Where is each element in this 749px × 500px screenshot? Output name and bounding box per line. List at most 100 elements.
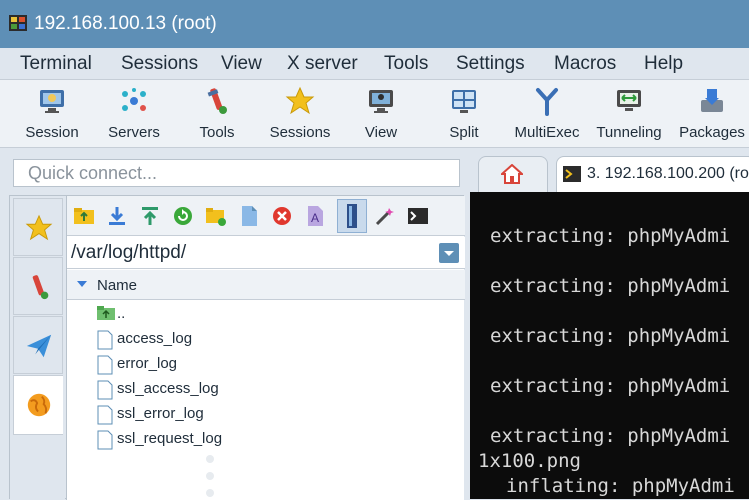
- menu-macros[interactable]: Macros: [554, 53, 616, 75]
- tools-icon: [32, 275, 49, 300]
- split-view-toggle[interactable]: [337, 199, 367, 233]
- servers-icon: [122, 88, 146, 111]
- sidebar-tab-macros[interactable]: [13, 316, 63, 374]
- upload-icon[interactable]: [139, 205, 161, 227]
- terminal-line: inflating: phpMyAdmi: [506, 475, 735, 497]
- sort-down-icon: [77, 281, 87, 287]
- download-icon[interactable]: [106, 205, 128, 227]
- file-name: ssl_access_log: [117, 380, 219, 397]
- multiexec-label: MultiExec: [514, 124, 580, 141]
- multiexec-icon: [536, 88, 558, 116]
- new-folder-icon[interactable]: [205, 205, 227, 227]
- sidebar-tabs: [10, 196, 65, 500]
- list-item[interactable]: error_log: [67, 352, 465, 377]
- file-icon: [97, 430, 113, 450]
- file-name: access_log: [117, 330, 193, 347]
- file-name: ssl_request_log: [117, 430, 223, 447]
- split-button[interactable]: Split: [434, 84, 494, 144]
- view-icon: [369, 90, 393, 113]
- star-icon: [25, 214, 53, 241]
- terminal-line: extracting: phpMyAdmi: [490, 275, 731, 297]
- file-name: ..: [117, 305, 126, 322]
- packages-button[interactable]: Packages: [679, 84, 745, 144]
- terminal-line: 1x100.png: [478, 450, 581, 472]
- column-name-label: Name: [97, 277, 138, 294]
- rename-icon[interactable]: A: [304, 205, 326, 227]
- menu-terminal[interactable]: Terminal: [20, 53, 92, 75]
- tab-session[interactable]: 3. 192.168.100.200 (root: [556, 156, 749, 192]
- view-button[interactable]: View: [351, 84, 411, 144]
- tunneling-icon: [617, 90, 641, 111]
- chevron-down-icon: [444, 251, 454, 256]
- menu-settings[interactable]: Settings: [456, 53, 525, 75]
- star-icon: [285, 86, 315, 115]
- list-item[interactable]: ssl_access_log: [67, 377, 465, 402]
- terminal-line: extracting: phpMyAdmi: [490, 425, 731, 447]
- window-title: 192.168.100.13 (root): [34, 13, 217, 34]
- title-bar: 192.168.100.13 (root): [0, 0, 749, 48]
- menu-view[interactable]: View: [221, 53, 262, 75]
- refresh-icon[interactable]: [172, 205, 194, 227]
- main-toolbar: Session Servers Tools Sessions View Spli…: [0, 80, 749, 148]
- terminal-session-icon: [563, 166, 581, 182]
- sidebar-tab-tools[interactable]: [13, 257, 63, 315]
- packages-label: Packages: [679, 124, 745, 141]
- mobaxterm-icon: [9, 15, 27, 31]
- servers-button[interactable]: Servers: [104, 84, 164, 144]
- menu-sessions[interactable]: Sessions: [121, 53, 198, 75]
- svg-text:A: A: [311, 211, 319, 225]
- file-icon: [97, 330, 113, 350]
- session-label: Session: [25, 124, 79, 141]
- column-header-name[interactable]: Name: [67, 270, 465, 300]
- file-browser-toolbar: A: [67, 196, 465, 236]
- terminal-line: extracting: phpMyAdmi: [490, 225, 731, 247]
- permissions-wand-icon[interactable]: [374, 205, 396, 227]
- menu-help[interactable]: Help: [644, 53, 683, 75]
- terminal-output[interactable]: extracting: phpMyAdmi extracting: phpMyA…: [470, 192, 749, 499]
- new-file-icon[interactable]: [238, 205, 260, 227]
- tools-icon: [207, 88, 227, 114]
- sessions-label: Sessions: [269, 124, 331, 141]
- quick-connect-placeholder: Quick connect...: [28, 163, 158, 183]
- decorative-dot: [206, 472, 214, 480]
- parent-folder-icon[interactable]: [73, 205, 95, 227]
- paper-plane-icon: [26, 334, 52, 358]
- file-browser: A /var/log/httpd/ Name .. access_log err…: [66, 196, 465, 500]
- session-button[interactable]: Session: [22, 84, 82, 144]
- home-icon: [501, 164, 523, 184]
- sidebar-panel: A /var/log/httpd/ Name .. access_log err…: [9, 195, 465, 500]
- tunneling-button[interactable]: Tunneling: [596, 84, 662, 144]
- list-item[interactable]: ssl_request_log: [67, 427, 465, 452]
- tools-button[interactable]: Tools: [187, 84, 247, 144]
- file-icon: [97, 355, 113, 375]
- parent-folder-icon: [97, 306, 115, 320]
- session-icon: [40, 90, 64, 113]
- list-item[interactable]: ..: [67, 302, 465, 327]
- file-name: ssl_error_log: [117, 405, 204, 422]
- quick-connect-input[interactable]: Quick connect...: [13, 159, 460, 187]
- sidebar-tab-sessions[interactable]: [13, 198, 63, 256]
- list-item[interactable]: ssl_error_log: [67, 402, 465, 427]
- multiexec-button[interactable]: MultiExec: [514, 84, 580, 144]
- packages-icon: [701, 89, 723, 112]
- path-dropdown-button[interactable]: [439, 243, 459, 263]
- sessions-button[interactable]: Sessions: [270, 84, 330, 144]
- delete-icon[interactable]: [271, 205, 293, 227]
- menu-tools[interactable]: Tools: [384, 53, 428, 75]
- menu-x-server[interactable]: X server: [287, 53, 358, 75]
- tools-label: Tools: [199, 124, 235, 141]
- list-item[interactable]: access_log: [67, 327, 465, 352]
- current-path: /var/log/httpd/: [71, 242, 187, 263]
- terminal-line: extracting: phpMyAdmi: [490, 375, 731, 397]
- path-field[interactable]: /var/log/httpd/: [67, 237, 465, 269]
- terminal-icon[interactable]: [407, 205, 429, 227]
- file-icon: [97, 405, 113, 425]
- sidebar-tab-sftp[interactable]: [13, 375, 63, 435]
- tab-strip: 3. 192.168.100.200 (root: [470, 148, 749, 192]
- globe-icon: [27, 393, 51, 417]
- terminal-line: extracting: phpMyAdmi: [490, 325, 731, 347]
- menu-bar: Terminal Sessions View X server Tools Se…: [0, 48, 749, 80]
- view-label: View: [364, 124, 398, 141]
- tab-home[interactable]: [478, 156, 548, 192]
- decorative-dot: [206, 455, 214, 463]
